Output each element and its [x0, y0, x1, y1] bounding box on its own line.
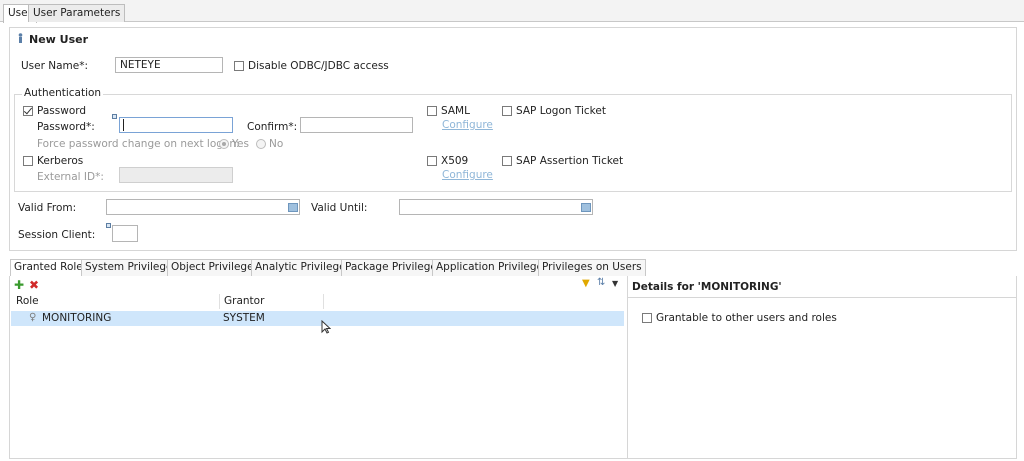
- grantable-label: Grantable to other users and roles: [656, 312, 837, 324]
- session-client-label: Session Client:: [18, 229, 96, 241]
- editor-tab-bar: User User Parameters: [0, 0, 1024, 23]
- force-change-yes-label: Yes: [232, 138, 249, 150]
- external-id-label: External ID*:: [37, 171, 104, 183]
- password-input[interactable]: [119, 117, 233, 133]
- force-change-no-radio[interactable]: [256, 139, 266, 149]
- x509-label: X509: [441, 155, 469, 167]
- table-row[interactable]: ♀ MONITORING SYSTEM: [11, 311, 624, 326]
- external-id-input[interactable]: [119, 167, 233, 183]
- column-header-grantor[interactable]: Grantor: [220, 294, 324, 309]
- privilege-tab-bar: Granted Roles System Privileges Object P…: [9, 256, 1015, 277]
- role-icon: ♀: [29, 312, 37, 323]
- confirm-password-input[interactable]: [300, 117, 413, 133]
- saml-checkbox[interactable]: [427, 106, 437, 116]
- grantor-cell: SYSTEM: [223, 312, 265, 324]
- saml-label: SAML: [441, 105, 470, 117]
- sort-icon[interactable]: ⇅: [597, 278, 605, 288]
- confirm-label: Confirm*:: [247, 121, 298, 133]
- password-label: Password*:: [37, 121, 95, 133]
- saml-configure-link[interactable]: Configure: [442, 119, 493, 131]
- password-checkbox[interactable]: [23, 106, 33, 116]
- user-name-input[interactable]: NETEYE: [115, 57, 223, 73]
- authentication-legend: Authentication: [22, 87, 104, 99]
- sap-assertion-ticket-checkbox[interactable]: [502, 156, 512, 166]
- password-option-label: Password: [37, 105, 87, 117]
- tab-object-privileges[interactable]: Object Privileges: [167, 259, 264, 276]
- x509-configure-link[interactable]: Configure: [442, 169, 493, 181]
- granted-roles-panel: ✚ ✖ ▼ ⇅ ▼ Role Grantor ♀ MONITORING SYST…: [9, 276, 628, 459]
- tab-granted-roles[interactable]: Granted Roles: [10, 259, 93, 277]
- role-details-panel: Details for 'MONITORING' Grantable to ot…: [627, 276, 1017, 459]
- lock-icon: [106, 223, 111, 228]
- role-name-cell: MONITORING: [42, 312, 112, 324]
- column-header-role[interactable]: Role: [12, 294, 220, 309]
- add-role-icon[interactable]: ✚: [14, 279, 24, 291]
- view-menu-icon[interactable]: ▼: [612, 279, 618, 289]
- force-change-no-label: No: [269, 138, 284, 150]
- calendar-icon[interactable]: [288, 203, 298, 212]
- page-title: New User: [29, 33, 89, 46]
- user-name-label: User Name*:: [21, 60, 89, 72]
- mouse-pointer-icon: [321, 319, 332, 337]
- user-form-panel: New User User Name*: NETEYE Disable ODBC…: [9, 27, 1017, 251]
- lock-icon: [112, 114, 117, 119]
- valid-from-input[interactable]: [106, 199, 300, 215]
- force-change-yes-radio[interactable]: [219, 139, 229, 149]
- sap-logon-ticket-checkbox[interactable]: [502, 106, 512, 116]
- disable-odbc-label: Disable ODBC/JDBC access: [248, 60, 389, 72]
- sap-assertion-ticket-label: SAP Assertion Ticket: [516, 155, 624, 167]
- force-password-change-label: Force password change on next logon:: [37, 138, 240, 150]
- disable-odbc-checkbox[interactable]: [234, 61, 244, 71]
- remove-role-icon[interactable]: ✖: [29, 279, 39, 291]
- details-title: Details for 'MONITORING': [632, 281, 782, 293]
- kerberos-checkbox[interactable]: [23, 156, 33, 166]
- session-client-input[interactable]: [112, 225, 138, 242]
- grantable-checkbox[interactable]: [642, 313, 652, 323]
- text-cursor: [123, 119, 124, 131]
- x509-checkbox[interactable]: [427, 156, 437, 166]
- details-divider: [628, 297, 1016, 298]
- kerberos-label: Kerberos: [37, 155, 84, 167]
- tab-package-privileges[interactable]: Package Privileges: [341, 259, 447, 276]
- valid-until-input[interactable]: [399, 199, 593, 215]
- valid-from-label: Valid From:: [18, 202, 77, 214]
- sap-logon-ticket-label: SAP Logon Ticket: [516, 105, 606, 117]
- tab-privileges-on-users[interactable]: Privileges on Users: [538, 259, 646, 276]
- user-icon: [18, 33, 23, 43]
- filter-icon[interactable]: ▼: [582, 279, 590, 289]
- tab-analytic-privileges[interactable]: Analytic Privileges: [251, 259, 356, 276]
- tab-user-parameters[interactable]: User Parameters: [28, 4, 126, 22]
- valid-until-label: Valid Until:: [311, 202, 368, 214]
- calendar-icon[interactable]: [581, 203, 591, 212]
- tab-application-privileges[interactable]: Application Privileges: [432, 259, 553, 276]
